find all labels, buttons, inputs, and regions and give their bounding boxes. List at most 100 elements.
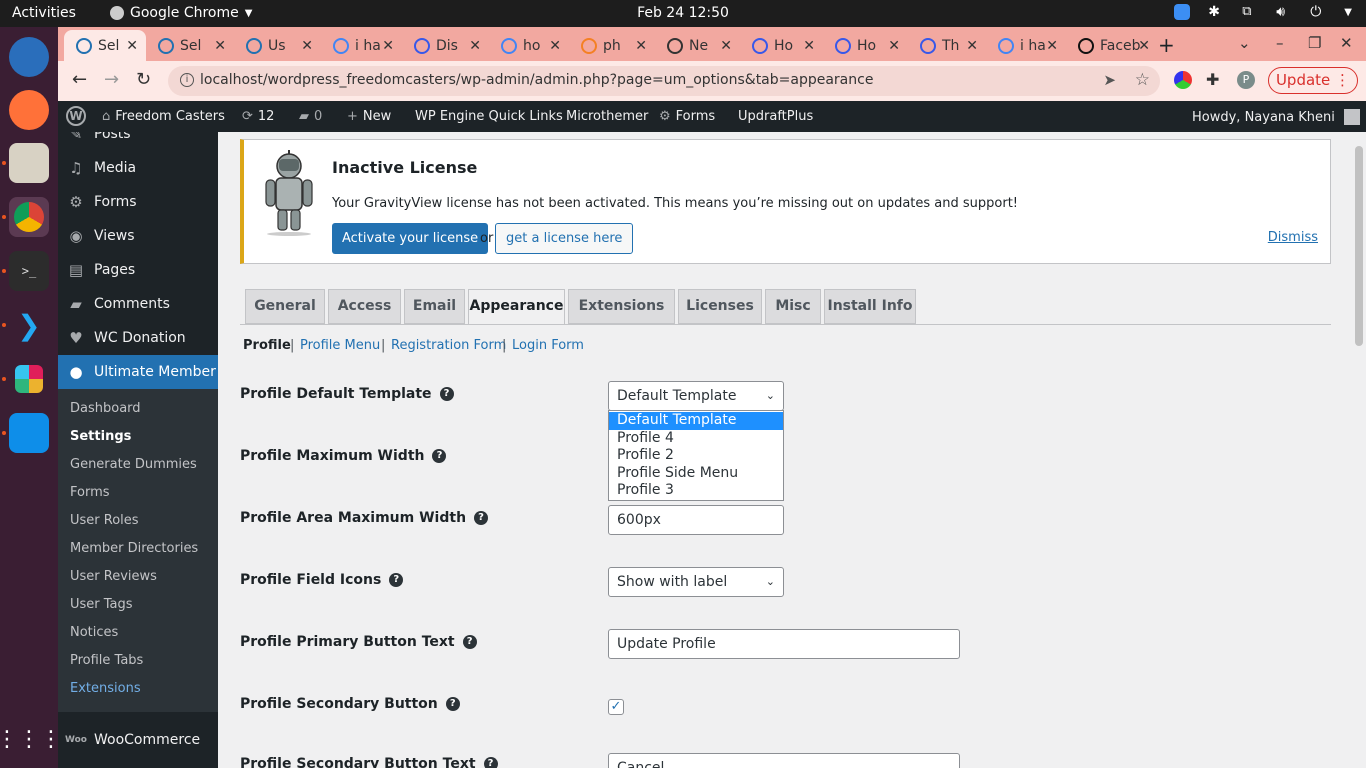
dropdown-option[interactable]: Profile 4 [609, 430, 783, 448]
slack-tray-icon[interactable]: ✱ [1208, 4, 1224, 20]
help-icon[interactable]: ? [474, 511, 489, 525]
tab-email[interactable]: Email [404, 289, 465, 324]
browser-tab[interactable]: Sel ✕ [64, 30, 146, 61]
dropdown-option[interactable]: Default Template [609, 412, 783, 430]
submenu-item-user-tags[interactable]: User Tags [70, 597, 133, 612]
field-icons-select[interactable]: Show with label ⌄ [608, 567, 784, 597]
help-icon[interactable]: ? [462, 635, 477, 649]
browser-tab[interactable]: Ho ✕ [740, 30, 823, 61]
browser-tab[interactable]: Ho ✕ [823, 30, 908, 61]
extensions-puzzle-icon[interactable]: ✚ [1206, 71, 1224, 89]
browser-tab[interactable]: Us ✕ [234, 30, 321, 61]
submenu-item-user-roles[interactable]: User Roles [70, 513, 139, 528]
tab-close-icon[interactable]: ✕ [549, 38, 561, 54]
browser-tab[interactable]: Th ✕ [908, 30, 986, 61]
browser-tab[interactable]: ph ✕ [569, 30, 655, 61]
profile-avatar[interactable]: P [1237, 71, 1255, 89]
browser-tab[interactable]: ho ✕ [489, 30, 569, 61]
get-license-button[interactable]: get a license here [495, 223, 634, 254]
menu-item-forms[interactable]: ⚙ Forms [58, 185, 218, 219]
primary-button-text-input[interactable]: Update Profile [608, 629, 960, 659]
browser-tab[interactable]: Faceb ✕ [1066, 30, 1158, 61]
browser-tab[interactable]: i ha ✕ [986, 30, 1066, 61]
tab-close-icon[interactable]: ✕ [301, 38, 313, 54]
app-menu[interactable]: Google Chrome ▼ [110, 5, 252, 21]
window-close-icon[interactable]: ✕ [1340, 34, 1353, 52]
teamviewer-icon[interactable] [9, 413, 49, 453]
help-icon[interactable]: ? [432, 449, 447, 463]
browser-tab[interactable]: Sel ✕ [146, 30, 234, 61]
subnav-profile-menu[interactable]: Profile Menu [300, 338, 380, 353]
comments-link[interactable]: ▰ 0 [299, 109, 322, 124]
vscode-icon[interactable]: ❯ [9, 305, 49, 345]
clock[interactable]: Feb 24 12:50 [637, 5, 729, 21]
chrome-dock-icon[interactable] [9, 197, 49, 237]
updraftplus-link[interactable]: UpdraftPlus [738, 109, 813, 124]
tab-close-icon[interactable]: ✕ [803, 38, 815, 54]
activities-button[interactable]: Activities [12, 5, 76, 21]
tab-appearance[interactable]: Appearance [468, 289, 565, 325]
minimize-icon[interactable]: – [1276, 34, 1284, 52]
browser-tab[interactable]: Dis ✕ [402, 30, 489, 61]
subnav-profile[interactable]: Profile [243, 338, 291, 353]
network-icon[interactable]: ⧉ [1242, 4, 1258, 20]
submenu-item-extensions[interactable]: Extensions [70, 681, 141, 696]
update-button[interactable]: Update ⋮ [1268, 67, 1358, 94]
volume-icon[interactable]: 🔊︎ [1276, 4, 1292, 20]
files-icon[interactable] [9, 143, 49, 183]
tab-close-icon[interactable]: ✕ [720, 38, 732, 54]
tab-licenses[interactable]: Licenses [678, 289, 762, 324]
help-icon[interactable]: ? [439, 387, 454, 401]
show-apps-icon[interactable]: ⋮⋮⋮ [0, 719, 62, 759]
tab-close-icon[interactable]: ✕ [214, 38, 226, 54]
submenu-item-profile-tabs[interactable]: Profile Tabs [70, 653, 143, 668]
tab-close-icon[interactable]: ✕ [1046, 38, 1058, 54]
help-icon[interactable]: ? [483, 757, 498, 768]
thunderbird-icon[interactable] [9, 37, 49, 77]
firefox-icon[interactable] [9, 90, 49, 130]
tab-close-icon[interactable]: ✕ [469, 38, 481, 54]
slack-icon[interactable] [9, 359, 49, 399]
dropdown-option[interactable]: Profile 3 [609, 482, 783, 500]
teamviewer-tray-icon[interactable] [1174, 4, 1191, 20]
new-tab-icon[interactable]: + [1158, 33, 1175, 57]
menu-item-wc-donation[interactable]: ♥ WC Donation [58, 321, 218, 355]
submenu-item-forms[interactable]: Forms [70, 485, 110, 500]
menu-item-ultimate-member[interactable]: ● Ultimate Member [58, 355, 218, 389]
new-content-link[interactable]: + New [347, 109, 391, 124]
tab-close-icon[interactable]: ✕ [888, 38, 900, 54]
tab-close-icon[interactable]: ✕ [1138, 38, 1150, 54]
dropdown-option[interactable]: Profile 2 [609, 447, 783, 465]
microthemer-link[interactable]: Microthemer [566, 109, 648, 124]
terminal-icon[interactable]: >_ [9, 251, 49, 291]
menu-item-posts[interactable]: ✎ Posts [58, 132, 218, 151]
page-scrollbar[interactable] [1352, 132, 1366, 768]
forms-link[interactable]: ⚙ Forms [659, 109, 715, 124]
submenu-item-dashboard[interactable]: Dashboard [70, 401, 141, 416]
tab-close-icon[interactable]: ✕ [382, 38, 394, 54]
updates-link[interactable]: ⟳ 12 [242, 109, 274, 124]
subnav-registration-form[interactable]: Registration Form [391, 338, 506, 353]
menu-item-views[interactable]: ◉ Views [58, 219, 218, 253]
dismiss-link[interactable]: Dismiss [1268, 230, 1318, 245]
submenu-item-settings[interactable]: Settings [70, 429, 131, 444]
restore-icon[interactable]: ❐ [1308, 34, 1321, 52]
forward-icon[interactable]: → [104, 69, 119, 90]
submenu-item-user-reviews[interactable]: User Reviews [70, 569, 157, 584]
tab-close-icon[interactable]: ✕ [635, 38, 647, 54]
submenu-item-member-directories[interactable]: Member Directories [70, 541, 198, 556]
submenu-item-generate-dummies[interactable]: Generate Dummies [70, 457, 197, 472]
power-icon[interactable]: ⏻ [1310, 4, 1326, 20]
browser-tab[interactable]: i ha ✕ [321, 30, 402, 61]
back-icon[interactable]: ← [72, 69, 87, 90]
activate-license-button[interactable]: Activate your license [332, 223, 489, 254]
menu-item-pages[interactable]: ▤ Pages [58, 253, 218, 287]
menu-item-media[interactable]: ♫ Media [58, 151, 218, 185]
secondary-button-text-input[interactable]: Cancel [608, 753, 960, 768]
menu-item-woocommerce[interactable]: Woo WooCommerce [58, 723, 218, 757]
wordpress-logo-icon[interactable]: W [66, 106, 86, 126]
url-text[interactable]: localhost/wordpress_freedomcasters/wp-ad… [200, 72, 873, 88]
tab-access[interactable]: Access [328, 289, 401, 324]
site-name-link[interactable]: ⌂ Freedom Casters [102, 109, 225, 124]
submenu-item-notices[interactable]: Notices [70, 625, 118, 640]
